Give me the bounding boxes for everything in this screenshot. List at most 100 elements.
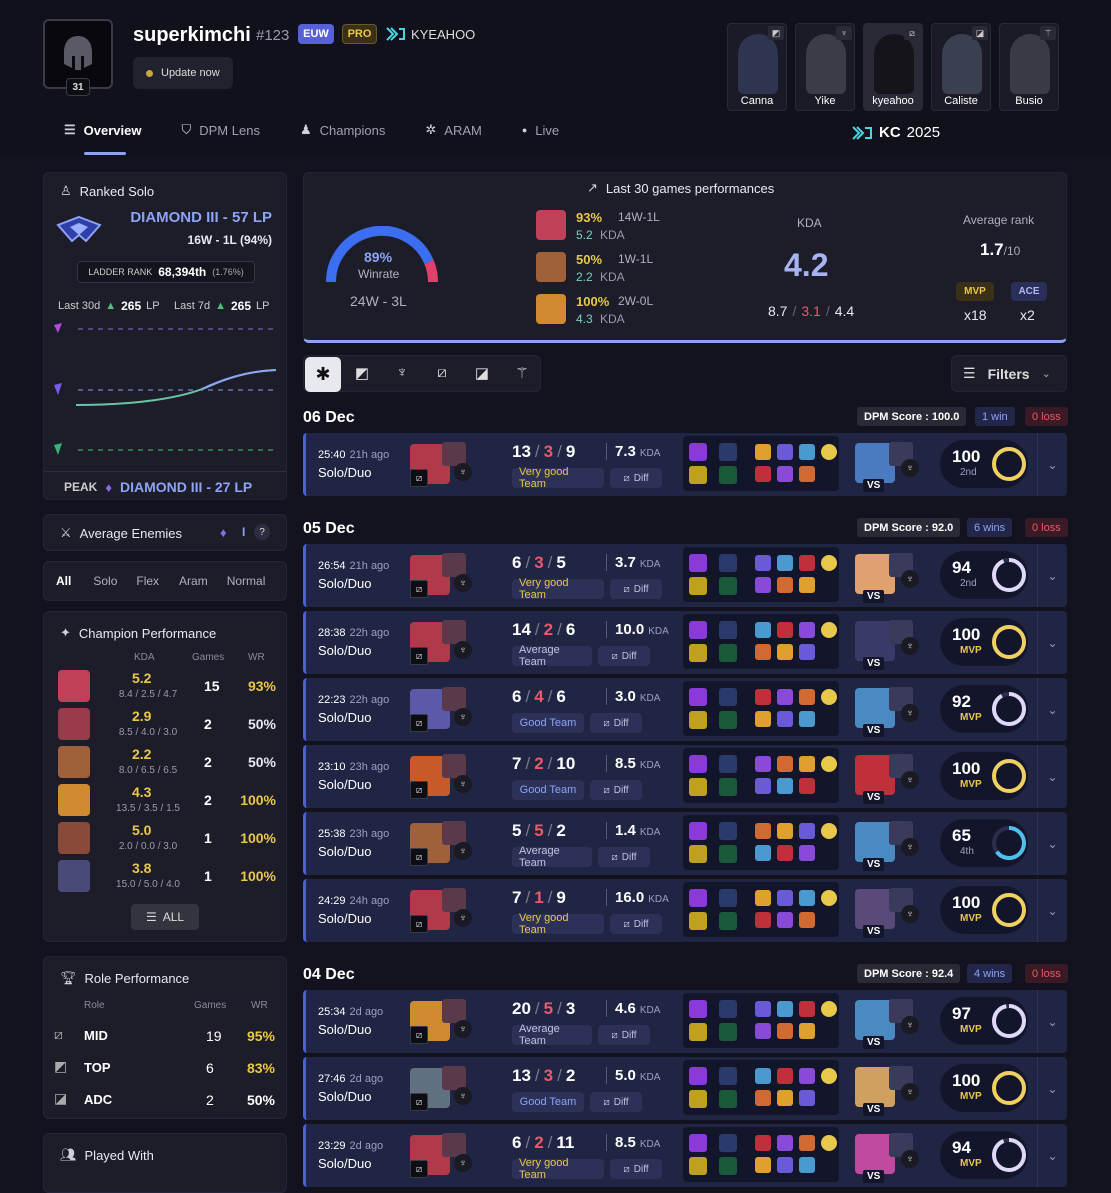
match-queue: Solo/Duo [318, 710, 372, 725]
rune-icon [719, 443, 737, 461]
teammate-card[interactable]: ♆ Yike [795, 23, 855, 111]
champion-row[interactable]: 5.0 2.0 / 0.0 / 3.0 1 100% [44, 822, 286, 858]
match-kda-line: 6/3/5 [512, 553, 566, 572]
assists: 9 [565, 442, 576, 461]
summoner-spell-icon [689, 778, 707, 796]
expand-match-button[interactable]: ⌄ [1037, 812, 1067, 875]
ladder-rank: LADDER RANK 68,394th (1.76%) [77, 261, 255, 283]
trinket-icon [821, 890, 837, 906]
diff-badge[interactable]: ⧄ Diff [590, 713, 642, 733]
match-row[interactable]: 25:40 21h ago Solo/Duo ⧄ ♆ 13/3/9 7.3 KDA … [303, 433, 1067, 496]
top-champion[interactable]: 93% 14W-1L 5.2 KDA [536, 210, 676, 244]
jungle-role-icon: ♆ [901, 459, 919, 477]
expand-match-button[interactable]: ⌄ [1037, 1057, 1067, 1120]
diamond-emblem-icon [56, 215, 102, 243]
match-row[interactable]: 27:46 2d ago Solo/Duo ⧄ ♆ 13/3/2 5.0 KDA G… [303, 1057, 1067, 1120]
teammate-card[interactable]: ◩ Canna [727, 23, 787, 111]
filter-normal[interactable]: Normal [227, 574, 266, 588]
secondary-rune-icon [719, 778, 737, 796]
teammate-card[interactable]: ⚚ Busio [999, 23, 1059, 111]
teammate-card[interactable]: ◪ Caliste [931, 23, 991, 111]
item-icon [777, 890, 793, 906]
diff-badge[interactable]: ⧄ Diff [610, 914, 662, 934]
expand-match-button[interactable]: ⌄ [1037, 879, 1067, 942]
tab-aram[interactable]: ✲ ARAM [425, 118, 481, 142]
tab-label: Overview [83, 122, 142, 138]
summoner-spell-icon [689, 1134, 707, 1152]
summoner-spell-icon [689, 1000, 707, 1018]
bot-role-button[interactable]: ◪ [472, 364, 492, 384]
tab-live[interactable]: ● Live [522, 118, 559, 142]
champion-row[interactable]: 4.3 13.5 / 3.5 / 1.5 2 100% [44, 784, 286, 820]
match-row[interactable]: 25:34 2d ago Solo/Duo ⧄ ♆ 20/5/3 4.6 KDA A… [303, 990, 1067, 1053]
show-all-champions-button[interactable]: ☰ ALL [131, 904, 199, 930]
mid-role-icon: ⧄ [410, 1160, 428, 1178]
diff-badge[interactable]: ⧄ Diff [598, 1025, 650, 1045]
jungle-role-button[interactable]: ♆ [392, 364, 412, 384]
champion-row[interactable]: 2.2 8.0 / 6.5 / 6.5 2 50% [44, 746, 286, 782]
trinket-icon [821, 823, 837, 839]
day-wins: 6 wins [967, 518, 1013, 537]
mid-role-icon: ⧄ [410, 915, 428, 933]
score-placement: MVP [960, 1024, 982, 1035]
summoner-spell-icon [689, 711, 707, 729]
expand-match-button[interactable]: ⌄ [1037, 433, 1067, 496]
top-champion[interactable]: 100% 2W-0L 4.3 KDA [536, 294, 676, 328]
kda-unit: KDA [639, 1005, 661, 1016]
mid-role-icon: ⧄ [410, 781, 428, 799]
all-roles-button[interactable]: ✱ [305, 357, 341, 392]
summoner-spell-icon [689, 443, 707, 461]
expand-match-button[interactable]: ⌄ [1037, 745, 1067, 808]
diff-badge[interactable]: ⧄ Diff [590, 1092, 642, 1112]
match-row[interactable]: 26:54 21h ago Solo/Duo ⧄ ♆ 6/3/5 3.7 KDA V… [303, 544, 1067, 607]
filter-aram[interactable]: Aram [179, 574, 208, 588]
filters-button[interactable]: ☰ Filters ⌄ [951, 355, 1067, 392]
diff-badge[interactable]: ⧄ Diff [610, 579, 662, 599]
expand-match-button[interactable]: ⌄ [1037, 990, 1067, 1053]
top-champion[interactable]: 50% 1W-1L 2.2 KDA [536, 252, 676, 286]
team-label[interactable]: KYEAHOO [385, 26, 475, 42]
build-panel [683, 681, 839, 736]
filter-flex[interactable]: Flex [136, 574, 159, 588]
tab-overview[interactable]: ☰ Overview [64, 118, 141, 142]
expand-match-button[interactable]: ⌄ [1037, 611, 1067, 674]
diff-badge[interactable]: ⧄ Diff [598, 847, 650, 867]
match-row[interactable]: 23:10 23h ago Solo/Duo ⧄ ♆ 7/2/10 8.5 KDA … [303, 745, 1067, 808]
diff-badge[interactable]: ⧄ Diff [590, 780, 642, 800]
teammate-card[interactable]: ⧄ kyeahoo [863, 23, 923, 111]
filter-solo[interactable]: Solo [93, 574, 117, 588]
tab-dpm-lens[interactable]: ⛉ DPM Lens [181, 118, 259, 142]
champion-kda: 5.2 [132, 670, 152, 686]
match-row[interactable]: 25:38 23h ago Solo/Duo ⧄ ♆ 5/5/2 1.4 KDA A… [303, 812, 1067, 875]
day-dpm-score: DPM Score : 92.4 [857, 964, 961, 983]
update-now-button[interactable]: Update now [133, 57, 233, 89]
match-row[interactable]: 24:29 24h ago Solo/Duo ⧄ ♆ 7/1/9 16.0 KDA … [303, 879, 1067, 942]
trinket-icon [821, 444, 837, 460]
diff-badge[interactable]: ⧄ Diff [610, 1159, 662, 1179]
expand-match-button[interactable]: ⌄ [1037, 544, 1067, 607]
help-icon[interactable]: ? [254, 524, 270, 540]
ladder-value: 68,394th [158, 265, 207, 279]
avg-assists: 4.4 [834, 303, 855, 319]
diff-badge[interactable]: ⧄ Diff [598, 646, 650, 666]
expand-match-button[interactable]: ⌄ [1037, 678, 1067, 741]
diff-badge[interactable]: ⧄ Diff [610, 468, 662, 488]
support-role-button[interactable]: ⚚ [512, 364, 532, 384]
mid-role-button[interactable]: ⧄ [432, 364, 452, 384]
champion-row[interactable]: 5.2 8.4 / 2.5 / 4.7 15 93% [44, 670, 286, 706]
kda-value: 16.0 [615, 889, 645, 906]
match-row[interactable]: 22:23 22h ago Solo/Duo ⧄ ♆ 6/4/6 3.0 KDA G… [303, 678, 1067, 741]
tab-champions[interactable]: ♟ Champions [300, 118, 385, 142]
top-role-icon: ◩ [768, 26, 784, 40]
score-ring [992, 826, 1026, 860]
item-icon [777, 756, 793, 772]
secondary-rune-icon [719, 845, 737, 863]
match-duration: 26:54 [318, 560, 346, 572]
champion-row[interactable]: 2.9 8.5 / 4.0 / 3.0 2 50% [44, 708, 286, 744]
average-enemies-panel[interactable]: ⚔ Average Enemies ♦ I ? [43, 514, 287, 551]
champion-icon [58, 670, 90, 702]
top-role-button[interactable]: ◩ [352, 364, 372, 384]
filter-all[interactable]: All [56, 574, 71, 588]
champion-row[interactable]: 3.8 15.0 / 5.0 / 4.0 1 100% [44, 860, 286, 896]
match-row[interactable]: 28:38 22h ago Solo/Duo ⧄ ♆ 14/2/6 10.0 KDA… [303, 611, 1067, 674]
